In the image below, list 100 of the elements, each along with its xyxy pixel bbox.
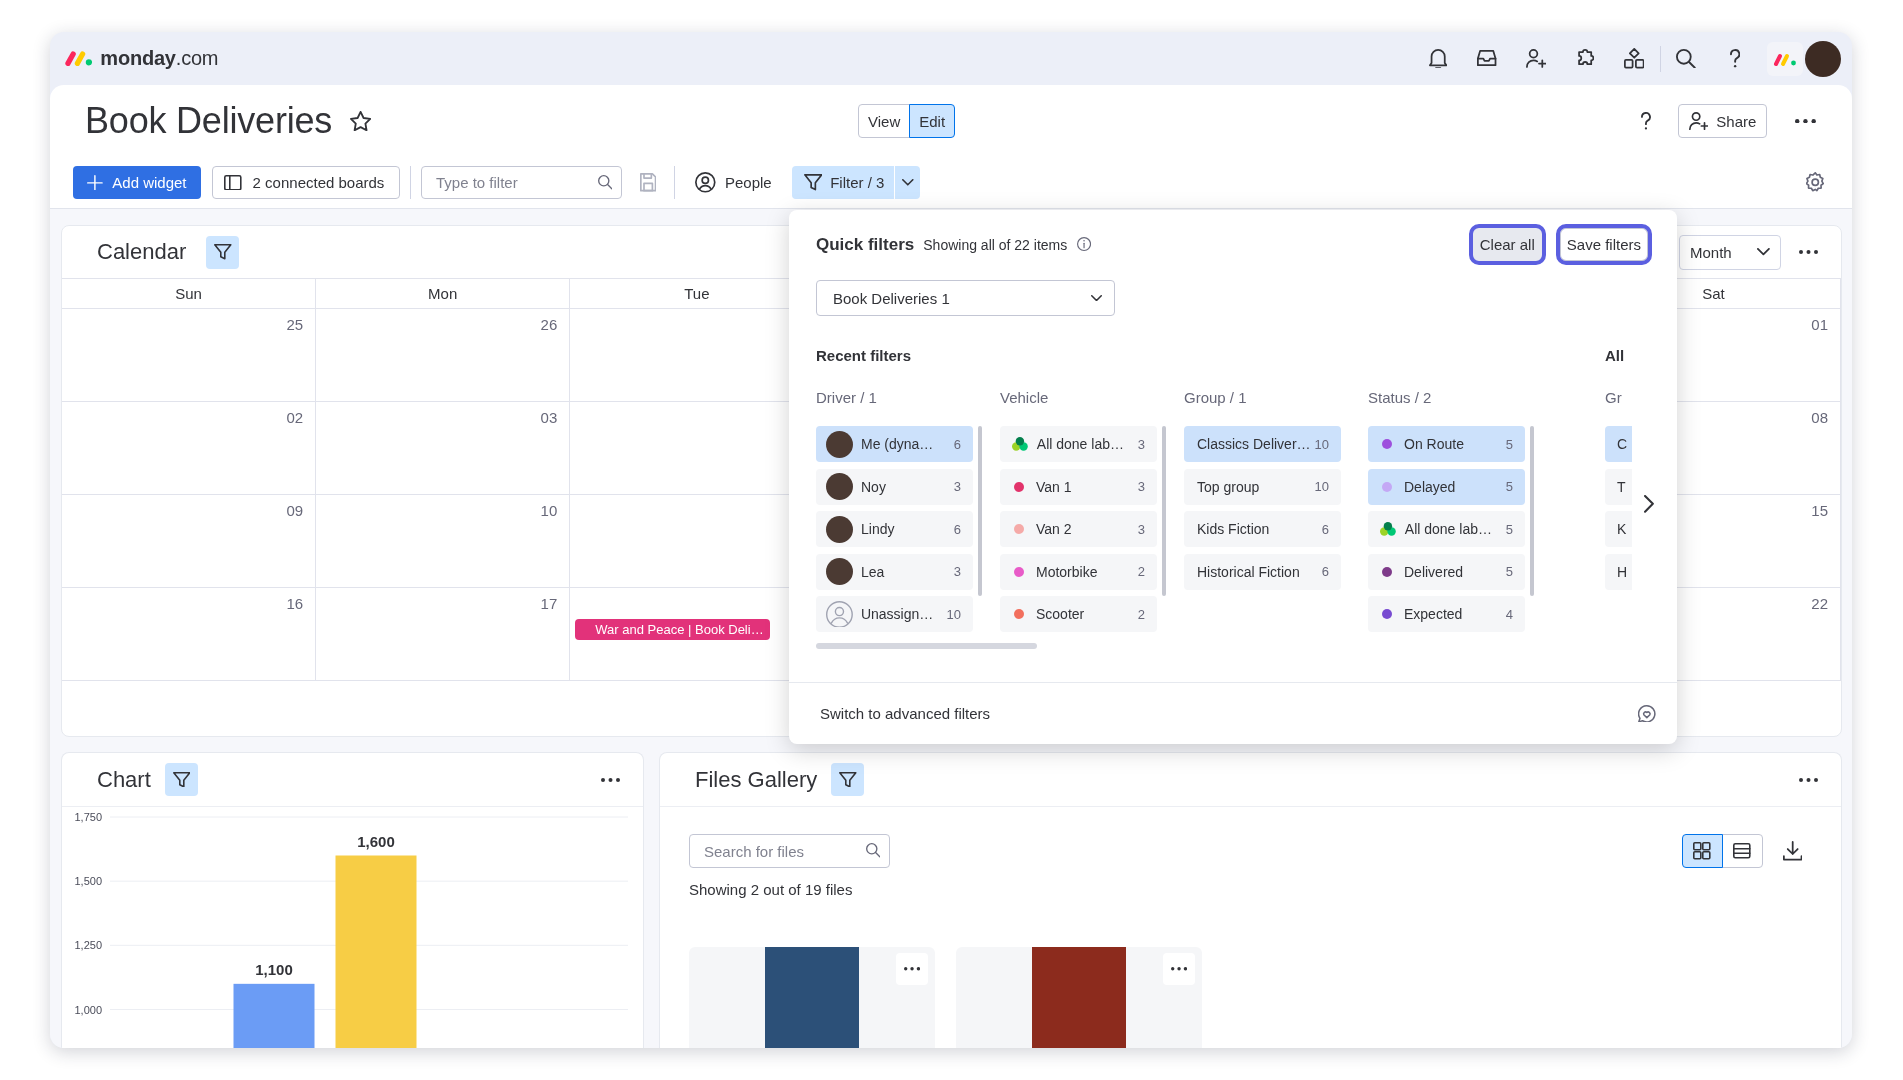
more-icon[interactable] bbox=[1799, 777, 1818, 782]
file-card[interactable] bbox=[956, 947, 1202, 1048]
filter-option[interactable]: Lindy 6 bbox=[816, 511, 973, 547]
scrollbar-thumb[interactable] bbox=[1530, 426, 1534, 596]
search-field[interactable]: Type to filter bbox=[421, 166, 622, 199]
more-icon[interactable] bbox=[601, 777, 620, 782]
search-icon[interactable] bbox=[1676, 48, 1696, 69]
connected-boards-button[interactable]: 2 connected boards bbox=[212, 166, 400, 199]
panel-button[interactable]: Clear all bbox=[1468, 224, 1546, 265]
filter-button[interactable]: Filter / 3 bbox=[791, 166, 895, 199]
option-count: 2 bbox=[1137, 606, 1145, 622]
download-icon[interactable] bbox=[1782, 841, 1802, 861]
scrollbar-thumb[interactable] bbox=[978, 426, 982, 596]
search-icon bbox=[865, 843, 880, 858]
filter-option[interactable]: T bbox=[1605, 468, 1632, 505]
filter-option[interactable]: K bbox=[1605, 511, 1632, 547]
filter-option[interactable]: Van 1 3 bbox=[1000, 468, 1157, 505]
option-count: 6 bbox=[1321, 564, 1329, 579]
more-button[interactable] bbox=[896, 953, 928, 985]
panel-button[interactable]: Save filters bbox=[1555, 224, 1652, 265]
section-heading: All bbox=[1605, 346, 1626, 366]
view-dropdown[interactable]: Month bbox=[1679, 234, 1781, 270]
files-count: Showing 2 out of 19 files bbox=[689, 881, 854, 899]
filter-option[interactable]: Unassign… 10 bbox=[816, 596, 973, 632]
dropdown-button[interactable] bbox=[894, 166, 921, 199]
add-widget-button[interactable]: Add widget bbox=[73, 166, 201, 199]
person-add-icon[interactable] bbox=[1525, 49, 1547, 68]
bar-value-label: 1,100 bbox=[255, 960, 293, 978]
filter-option[interactable]: On Route 5 bbox=[1368, 426, 1525, 462]
option-count: 2 bbox=[1137, 564, 1145, 579]
segment-button[interactable]: View bbox=[858, 104, 911, 138]
search-field[interactable]: Search for files bbox=[689, 834, 890, 868]
advanced-filters-link[interactable]: Switch to advanced filters bbox=[820, 705, 991, 722]
option-count: 6 bbox=[1321, 521, 1329, 537]
event-chip[interactable]: War and Peace | Book Deli… bbox=[575, 619, 770, 640]
chevron-right-icon[interactable] bbox=[1644, 495, 1654, 513]
filter-option[interactable]: Delayed 5 bbox=[1368, 468, 1525, 505]
plus-icon bbox=[87, 174, 104, 191]
filter-option[interactable]: Top group 10 bbox=[1184, 468, 1341, 505]
speech-bubble-icon[interactable] bbox=[1638, 704, 1656, 723]
option-count: 5 bbox=[1505, 479, 1513, 494]
filter-option[interactable]: All done lab… 5 bbox=[1368, 511, 1525, 547]
more-button[interactable] bbox=[1163, 953, 1195, 985]
share-button[interactable]: Share bbox=[1678, 104, 1768, 138]
filter-button[interactable] bbox=[831, 763, 865, 796]
list-icon bbox=[1733, 843, 1751, 859]
scrollbar-thumb[interactable] bbox=[1162, 426, 1166, 596]
more-icon[interactable] bbox=[1795, 118, 1816, 124]
search-icon bbox=[597, 175, 612, 190]
filter-option[interactable]: Kids Fiction 6 bbox=[1184, 511, 1341, 547]
board-dropdown[interactable]: Book Deliveries 1 bbox=[816, 280, 1115, 316]
filter-button[interactable] bbox=[164, 763, 198, 796]
filter-option[interactable]: C bbox=[1605, 426, 1632, 462]
segment-button[interactable]: Edit bbox=[909, 104, 956, 138]
person-add-icon bbox=[1688, 112, 1709, 130]
option-count: 3 bbox=[953, 564, 961, 579]
column-header: Group / 1 bbox=[1184, 388, 1248, 408]
view-option[interactable] bbox=[1721, 834, 1763, 868]
person-icon bbox=[826, 600, 853, 628]
filter-option[interactable]: Historical Fiction 6 bbox=[1184, 553, 1341, 590]
filter-option[interactable]: Me (dyna… 6 bbox=[816, 426, 973, 462]
info-icon[interactable] bbox=[1077, 237, 1092, 252]
dot-cluster-icon bbox=[1012, 437, 1028, 451]
logo-text[interactable]: monday.com bbox=[100, 47, 219, 70]
help-icon[interactable] bbox=[1729, 48, 1741, 69]
filter-option[interactable]: Delivered 5 bbox=[1368, 553, 1525, 590]
filter-option[interactable]: Classics Deliver… 10 bbox=[1184, 426, 1341, 462]
filter-option[interactable]: Expected 4 bbox=[1368, 596, 1525, 632]
shapes-icon[interactable] bbox=[1623, 48, 1645, 69]
scrollbar-thumb[interactable] bbox=[816, 643, 1037, 649]
section-heading: Recent filters bbox=[816, 346, 913, 366]
people-button[interactable]: People bbox=[693, 166, 774, 199]
bell-icon[interactable] bbox=[1428, 48, 1448, 69]
filter-option[interactable]: Scooter 2 bbox=[1000, 596, 1157, 632]
filter-option[interactable]: Noy 3 bbox=[816, 468, 973, 505]
filter-option[interactable]: Van 2 3 bbox=[1000, 511, 1157, 547]
puzzle-icon[interactable] bbox=[1575, 49, 1595, 68]
filter-option[interactable]: All done lab… 3 bbox=[1000, 426, 1157, 462]
filter-button[interactable] bbox=[206, 235, 240, 269]
filter-option[interactable]: Motorbike 2 bbox=[1000, 553, 1157, 590]
help-icon[interactable] bbox=[1641, 111, 1652, 131]
date-label: 15 bbox=[1811, 501, 1828, 521]
logo-icon[interactable] bbox=[65, 50, 93, 67]
widget-title: Chart bbox=[97, 766, 151, 793]
more-icon[interactable] bbox=[1799, 250, 1818, 254]
filter-option[interactable]: H bbox=[1605, 553, 1632, 590]
file-card[interactable] bbox=[689, 947, 935, 1048]
user-avatar[interactable] bbox=[1805, 40, 1841, 77]
items-summary: Showing all of 22 items bbox=[923, 236, 1068, 253]
date-label: 01 bbox=[1811, 315, 1828, 335]
option-count: 3 bbox=[953, 479, 961, 494]
filter-icon bbox=[838, 771, 857, 788]
widget-title: Calendar bbox=[97, 239, 187, 265]
filter-icon bbox=[172, 771, 191, 788]
date-label: 17 bbox=[540, 594, 558, 614]
filter-option[interactable]: Lea 3 bbox=[816, 553, 973, 590]
view-option[interactable] bbox=[1681, 834, 1723, 868]
inbox-icon[interactable] bbox=[1477, 50, 1497, 67]
settings-icon[interactable] bbox=[1805, 172, 1824, 193]
star-icon[interactable] bbox=[350, 110, 372, 132]
